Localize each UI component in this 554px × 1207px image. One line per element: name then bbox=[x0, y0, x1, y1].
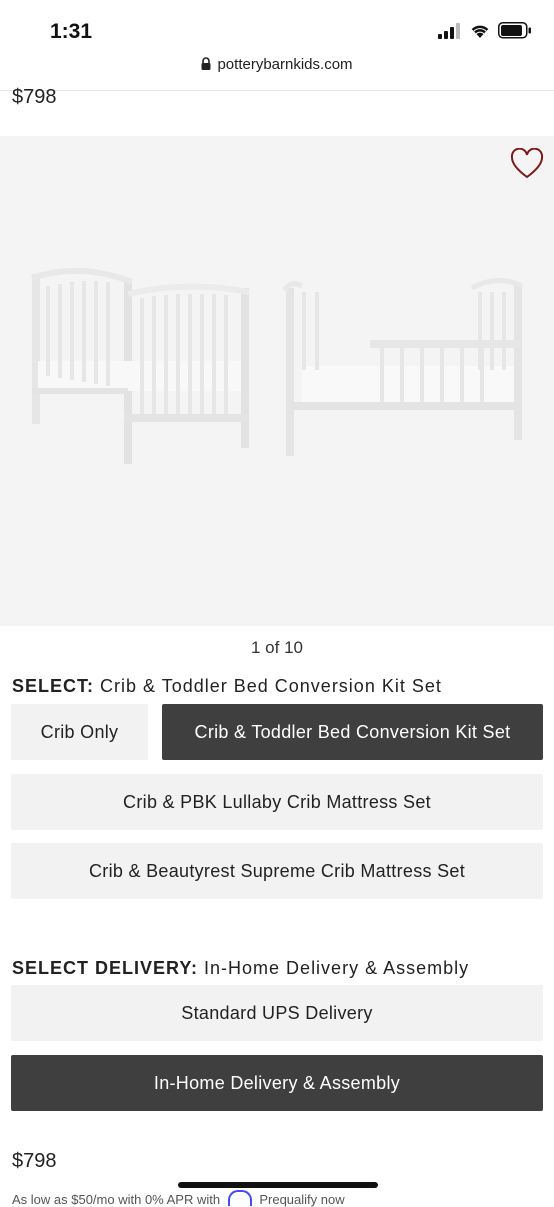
select-delivery-heading: SELECT DELIVERY: In-Home Delivery & Asse… bbox=[12, 958, 469, 979]
product-price: $798 bbox=[12, 86, 57, 108]
battery-icon bbox=[498, 22, 531, 39]
clock: 1:31 bbox=[50, 20, 93, 43]
status-bar: 1:31 bbox=[0, 0, 554, 56]
option-crib-only[interactable]: Crib Only bbox=[11, 704, 148, 760]
url-domain: potterybarnkids.com bbox=[217, 56, 353, 73]
selected-configuration: Crib & Toddler Bed Conversion Kit Set bbox=[100, 676, 442, 696]
select-configuration-heading: SELECT: Crib & Toddler Bed Conversion Ki… bbox=[12, 676, 442, 697]
option-crib-lullaby-mattress[interactable]: Crib & PBK Lullaby Crib Mattress Set bbox=[11, 774, 543, 830]
url-bar[interactable]: potterybarnkids.com bbox=[0, 56, 554, 90]
lock-icon bbox=[201, 57, 211, 70]
wifi-icon bbox=[471, 25, 489, 38]
select-label: SELECT: bbox=[12, 676, 95, 696]
option-standard-ups-delivery[interactable]: Standard UPS Delivery bbox=[11, 985, 543, 1041]
selected-delivery: In-Home Delivery & Assembly bbox=[204, 958, 470, 978]
crib-image bbox=[31, 267, 250, 464]
status-icons bbox=[438, 22, 532, 39]
url-divider bbox=[0, 90, 554, 91]
option-in-home-delivery[interactable]: In-Home Delivery & Assembly bbox=[11, 1055, 543, 1111]
option-crib-beautyrest-mattress[interactable]: Crib & Beautyrest Supreme Crib Mattress … bbox=[11, 843, 543, 899]
signal-icon bbox=[438, 22, 460, 39]
gallery-counter: 1 of 10 bbox=[251, 638, 303, 657]
option-crib-toddler-conversion[interactable]: Crib & Toddler Bed Conversion Kit Set bbox=[162, 704, 543, 760]
product-price-bottom: $798 bbox=[12, 1150, 57, 1172]
product-image-gallery[interactable] bbox=[0, 136, 554, 626]
affirm-logo-icon bbox=[227, 1190, 252, 1206]
financing-line: As low as $50/mo with 0% APR with Prequa… bbox=[12, 1190, 345, 1207]
home-indicator[interactable] bbox=[178, 1182, 378, 1188]
toddler-bed-image bbox=[282, 278, 524, 456]
select-delivery-label: SELECT DELIVERY: bbox=[12, 958, 199, 978]
favorite-heart-icon[interactable] bbox=[510, 148, 544, 180]
